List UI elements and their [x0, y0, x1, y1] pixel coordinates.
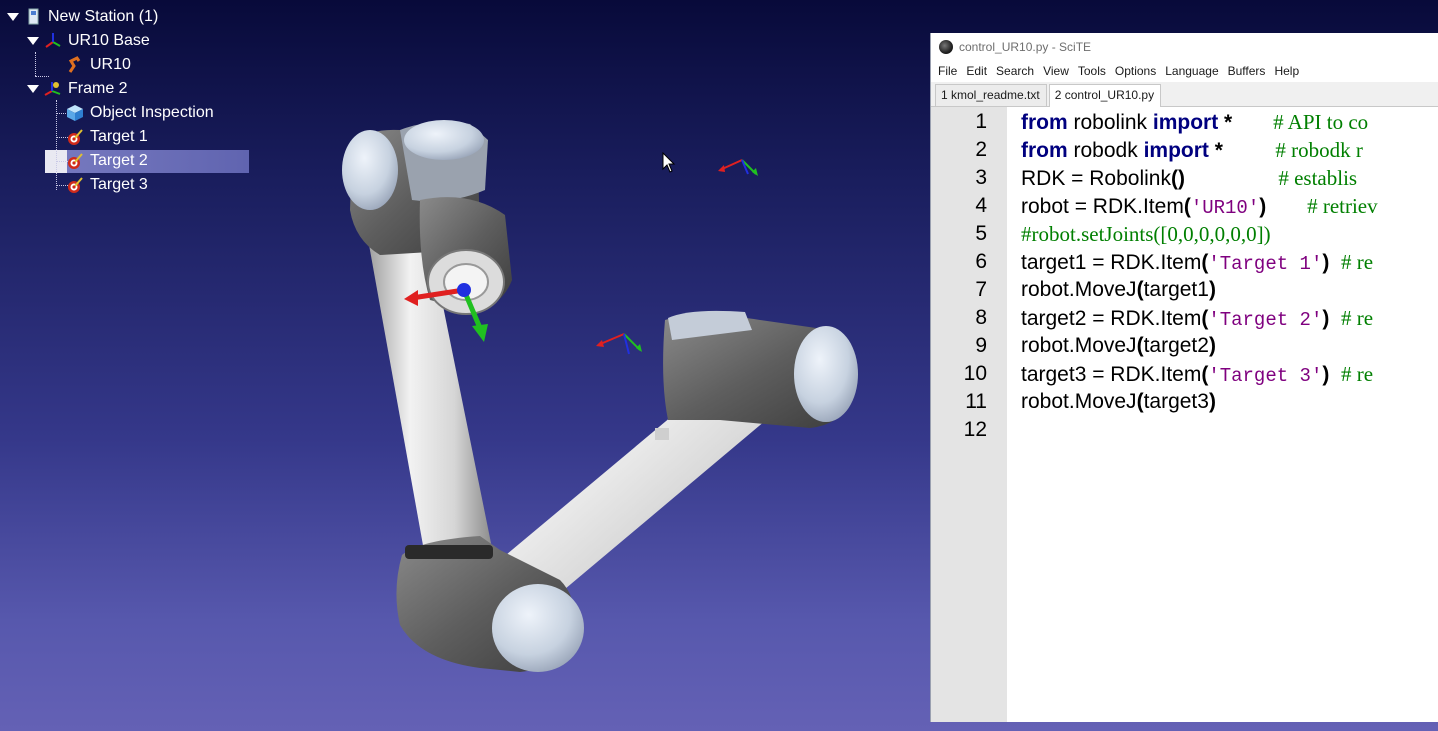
code-line[interactable]: #robot.setJoints([0,0,0,0,0,0]) — [1021, 220, 1438, 248]
menu-search[interactable]: Search — [996, 64, 1034, 78]
tree-item-ur10[interactable]: UR10 — [66, 53, 133, 77]
menu-file[interactable]: File — [938, 64, 957, 78]
tree-item-object-inspection[interactable]: Object Inspection — [66, 101, 216, 125]
station-tree[interactable]: New Station (1) UR10 Base UR10 Frame 2 O… — [0, 0, 300, 200]
target-icon — [66, 176, 84, 194]
tree-item-label: UR10 — [90, 56, 131, 73]
tree-item-label: Object Inspection — [90, 104, 214, 121]
window-titlebar[interactable]: control_UR10.py - SciTE — [931, 33, 1438, 60]
code-text[interactable]: from robolink import * # API to co from … — [1007, 107, 1438, 722]
code-line[interactable] — [1021, 416, 1438, 444]
code-line[interactable]: target3 = RDK.Item('Target 3') # re — [1021, 360, 1438, 388]
tree-item-label: Frame 2 — [68, 80, 128, 97]
mouse-cursor-icon — [662, 152, 676, 173]
tab-control-ur10[interactable]: 2 control_UR10.py — [1048, 84, 1162, 107]
line-number: 2 — [975, 138, 987, 161]
target-icon — [66, 128, 84, 146]
code-line[interactable]: from robolink import * # API to co — [1021, 108, 1438, 136]
tree-item-target-1[interactable]: Target 1 — [66, 125, 150, 149]
target-icon — [66, 152, 84, 170]
code-line[interactable]: robot.MoveJ(target2) — [1021, 332, 1438, 360]
line-number: 7 — [975, 278, 987, 301]
tree-item-label: New Station (1) — [48, 8, 159, 25]
tree-item-new-station[interactable]: New Station (1) — [6, 5, 160, 29]
menu-help[interactable]: Help — [1274, 64, 1299, 78]
target-frame-icon — [596, 333, 642, 355]
tree-item-target-2[interactable]: Target 2 — [66, 149, 150, 173]
code-editor[interactable]: 1 2 3 4 5 6 7 8 9 10 11 12 from robolink… — [931, 107, 1438, 722]
line-number: 9 — [975, 334, 987, 357]
tree-item-target-3[interactable]: Target 3 — [66, 173, 150, 197]
tree-item-label: Target 1 — [90, 128, 148, 145]
reference-frame-icon — [44, 32, 62, 50]
tree-item-frame-2[interactable]: Frame 2 — [26, 77, 130, 101]
code-line[interactable]: RDK = Robolink() # establis — [1021, 164, 1438, 192]
line-number: 3 — [975, 166, 987, 189]
code-line[interactable]: target2 = RDK.Item('Target 2') # re — [1021, 304, 1438, 332]
line-number: 11 — [965, 390, 987, 413]
tab-kmol-readme[interactable]: 1 kmol_readme.txt — [935, 84, 1047, 106]
expand-arrow-icon[interactable] — [26, 82, 40, 96]
buffer-tab-bar: 1 kmol_readme.txt 2 control_UR10.py — [931, 82, 1438, 107]
line-number-gutter: 1 2 3 4 5 6 7 8 9 10 11 12 — [931, 107, 1007, 722]
window-title: control_UR10.py - SciTE — [959, 39, 1092, 54]
target-frame-icon — [718, 159, 758, 176]
menu-buffers[interactable]: Buffers — [1228, 64, 1266, 78]
line-number: 1 — [975, 110, 987, 133]
line-number: 6 — [975, 250, 987, 273]
menu-bar: File Edit Search View Tools Options Lang… — [931, 60, 1438, 82]
tree-item-label: Target 3 — [90, 176, 148, 193]
code-line[interactable]: from robodk import * # robodk r — [1021, 136, 1438, 164]
menu-tools[interactable]: Tools — [1078, 64, 1106, 78]
menu-options[interactable]: Options — [1115, 64, 1156, 78]
scite-editor-window[interactable]: control_UR10.py - SciTE File Edit Search… — [930, 33, 1438, 722]
menu-edit[interactable]: Edit — [966, 64, 987, 78]
menu-view[interactable]: View — [1043, 64, 1069, 78]
code-line[interactable]: robot = RDK.Item('UR10') # retriev — [1021, 192, 1438, 220]
expand-arrow-icon[interactable] — [6, 10, 20, 24]
frame-icon — [44, 80, 62, 98]
line-number: 5 — [975, 222, 987, 245]
tree-item-ur10-base[interactable]: UR10 Base — [26, 29, 152, 53]
tree-item-label: Target 2 — [90, 152, 148, 169]
scite-app-icon — [939, 39, 953, 54]
expand-arrow-icon[interactable] — [26, 34, 40, 48]
line-number: 10 — [963, 362, 987, 385]
code-line[interactable]: robot.MoveJ(target1) — [1021, 276, 1438, 304]
tree-item-label: UR10 Base — [68, 32, 150, 49]
robot-icon — [66, 56, 84, 74]
code-line[interactable]: robot.MoveJ(target3) — [1021, 388, 1438, 416]
menu-language[interactable]: Language — [1165, 64, 1218, 78]
line-number: 4 — [975, 194, 987, 217]
line-number: 8 — [975, 306, 987, 329]
line-number: 12 — [963, 418, 987, 441]
object-cube-icon — [66, 104, 84, 122]
code-line[interactable]: target1 = RDK.Item('Target 1') # re — [1021, 248, 1438, 276]
station-icon — [24, 8, 42, 26]
